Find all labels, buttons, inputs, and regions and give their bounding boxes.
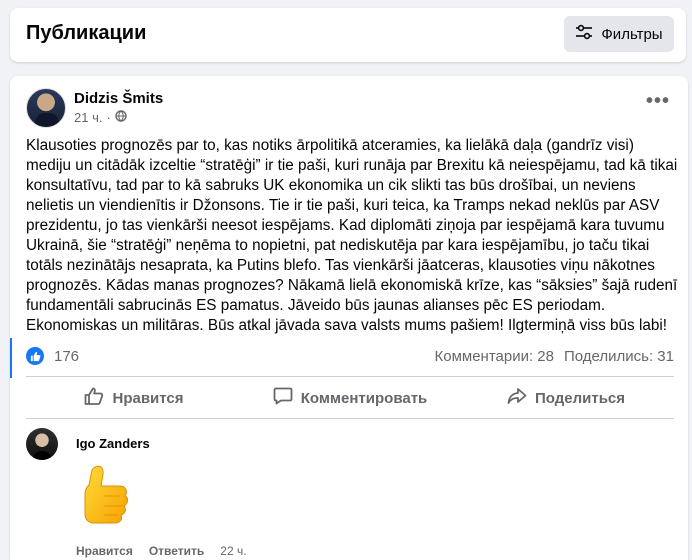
thumbs-up-sticker bbox=[74, 462, 132, 532]
post-stats: 176 Комментарии: 28 Поделились: 31 bbox=[26, 346, 674, 366]
comment-reply-button[interactable]: Ответить bbox=[149, 544, 204, 558]
commenter-avatar[interactable] bbox=[26, 428, 58, 460]
thumbs-up-icon bbox=[84, 387, 104, 409]
divider bbox=[26, 376, 674, 377]
sliders-icon bbox=[575, 24, 593, 44]
like-button[interactable]: Нравится bbox=[26, 380, 242, 416]
share-arrow-icon bbox=[507, 387, 527, 409]
comment-actions: Нравится Ответить 22 ч. bbox=[76, 544, 247, 558]
divider bbox=[26, 418, 674, 419]
post-time[interactable]: 21 ч. bbox=[74, 110, 102, 125]
comment-bubble-icon bbox=[273, 387, 293, 409]
comment-button[interactable]: Комментировать bbox=[242, 380, 458, 416]
like-reaction-icon[interactable] bbox=[26, 347, 44, 365]
comment-label: Комментировать bbox=[300, 389, 428, 407]
globe-icon bbox=[115, 110, 127, 125]
post-author[interactable]: Didzis Šmits bbox=[74, 90, 163, 107]
post-actions: Нравится Комментировать Поделиться bbox=[26, 380, 674, 416]
likes-count[interactable]: 176 bbox=[54, 348, 79, 365]
post-meta: 21 ч. · bbox=[74, 110, 127, 125]
separator-dot: · bbox=[106, 110, 111, 125]
like-label: Нравится bbox=[112, 389, 184, 407]
page-header: Публикации Фильтры bbox=[10, 8, 686, 62]
page-title: Публикации bbox=[26, 22, 147, 44]
more-options-icon[interactable]: ••• bbox=[646, 91, 670, 111]
focus-accent bbox=[10, 338, 12, 378]
author-avatar[interactable] bbox=[26, 88, 66, 128]
post-card: Didzis Šmits 21 ч. · ••• Klausoties prog… bbox=[10, 76, 688, 560]
share-button[interactable]: Поделиться bbox=[458, 380, 674, 416]
comment-like-button[interactable]: Нравится bbox=[76, 544, 133, 558]
comment-time[interactable]: 22 ч. bbox=[220, 544, 246, 558]
comments-count[interactable]: Комментарии: 28 bbox=[435, 348, 555, 365]
comment-author[interactable]: Igo Zanders bbox=[76, 436, 150, 451]
filters-label: Фильтры bbox=[601, 25, 663, 43]
filters-button[interactable]: Фильтры bbox=[564, 16, 674, 52]
shares-count[interactable]: Поделились: 31 bbox=[564, 348, 674, 365]
share-label: Поделиться bbox=[534, 389, 626, 407]
post-text: Klausoties prognozēs par to, kas notiks … bbox=[26, 137, 678, 334]
